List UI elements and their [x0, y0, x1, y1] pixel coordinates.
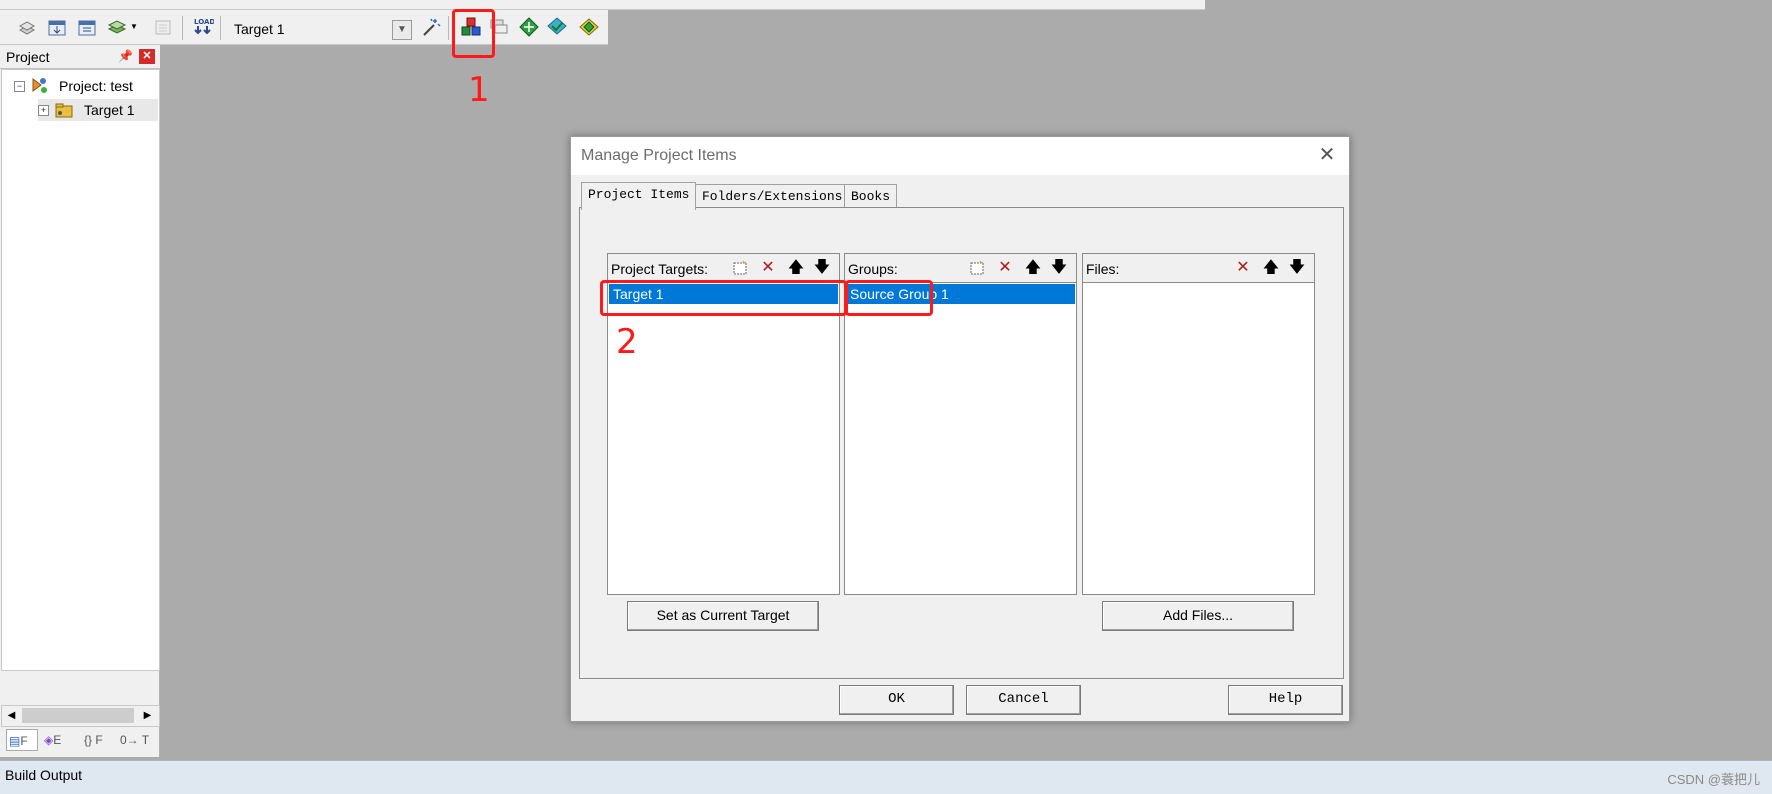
move-up-icon[interactable]: 🡅: [1021, 257, 1045, 279]
toolbar-separator: [448, 16, 449, 40]
ok-button[interactable]: OK: [839, 685, 954, 715]
tab-project[interactable]: ▤F: [6, 729, 38, 751]
target-folder-icon: [54, 101, 74, 119]
cancel-button[interactable]: Cancel: [966, 685, 1081, 715]
files-label: Files:: [1086, 261, 1120, 277]
project-panel-title: Project: [6, 49, 50, 65]
manage-project-items-dialog: Manage Project Items ✕ Project Items Fol…: [570, 136, 1350, 722]
close-icon[interactable]: ✕: [139, 49, 155, 64]
tab-project-items[interactable]: Project Items: [581, 182, 697, 210]
target-options-wand-icon[interactable]: [420, 16, 442, 38]
tab-functions[interactable]: {} F: [84, 729, 103, 751]
stop-build-icon: [152, 16, 174, 38]
main-toolbar-strip: [0, 0, 1205, 10]
dropdown-arrow-icon[interactable]: ▼: [130, 16, 140, 38]
tree-item-project[interactable]: − Project: test: [12, 75, 152, 97]
watermark: CSDN @蓑把儿: [1667, 772, 1760, 787]
manage-components-icon[interactable]: [546, 16, 568, 38]
groups-label: Groups:: [848, 261, 898, 277]
project-targets-header: Project Targets: ✕ 🡅 🡇: [608, 254, 839, 283]
move-down-icon[interactable]: 🡇: [1047, 257, 1071, 279]
project-icon: [29, 75, 49, 95]
tree-item-label: Project: test: [59, 78, 133, 94]
build-toolbar: ▼ LOAD Target 1 ▼: [0, 10, 608, 45]
tab-books[interactable]: ◈E: [44, 729, 61, 751]
delete-icon[interactable]: ✕: [756, 257, 780, 279]
panel-bottom-tabs: ▤F ◈E {} F 0→ T: [0, 727, 158, 753]
move-down-icon[interactable]: 🡇: [1285, 257, 1309, 279]
close-icon[interactable]: ✕: [1316, 145, 1338, 167]
target-select-value: Target 1: [234, 21, 285, 37]
build-output-panel: Build Output CSDN @蓑把儿: [0, 760, 1772, 794]
dialog-titlebar: Manage Project Items ✕: [571, 137, 1349, 175]
groups-header: Groups: ✕ 🡅 🡇: [845, 254, 1076, 283]
run-time-environment-icon[interactable]: [578, 16, 600, 38]
scroll-thumb[interactable]: [22, 708, 134, 723]
download-icon[interactable]: LOAD: [192, 16, 215, 38]
project-tab-icon: ▤: [9, 734, 21, 748]
batch-build-icon[interactable]: [106, 16, 128, 38]
annotation-box-2a: [600, 280, 847, 316]
horizontal-scrollbar[interactable]: ◀ ▶: [1, 705, 160, 727]
annotation-number-1: 1: [468, 70, 490, 110]
files-header: Files: ✕ 🡅 🡇: [1083, 254, 1314, 283]
project-targets-label: Project Targets:: [611, 261, 709, 277]
files-list: Files: ✕ 🡅 🡇: [1082, 253, 1315, 595]
annotation-number-2: 2: [616, 322, 638, 362]
books-tab-icon: ◈: [44, 733, 54, 747]
annotation-box-2b: [845, 280, 933, 316]
translate-icon[interactable]: [16, 16, 38, 38]
collapse-icon[interactable]: −: [14, 81, 25, 92]
add-files-button[interactable]: Add Files...: [1102, 601, 1294, 631]
set-current-target-button[interactable]: Set as Current Target: [627, 601, 819, 631]
target-select[interactable]: Target 1 ▼: [226, 17, 414, 41]
new-item-icon[interactable]: [965, 257, 989, 279]
project-tree: − Project: test + Target 1: [1, 69, 160, 671]
tab-folders-extensions[interactable]: Folders/Extensions: [695, 184, 850, 209]
new-item-icon[interactable]: [728, 257, 752, 279]
toolbar-separator: [182, 16, 183, 40]
pin-icon[interactable]: 📌: [118, 49, 133, 63]
build-output-title: Build Output: [5, 767, 83, 783]
expand-icon[interactable]: +: [38, 105, 49, 116]
help-button[interactable]: Help: [1228, 685, 1343, 715]
build-icon[interactable]: [46, 16, 68, 38]
delete-icon[interactable]: ✕: [1231, 257, 1255, 279]
dialog-title: Manage Project Items: [581, 147, 737, 164]
pack-installer-icon[interactable]: [518, 16, 540, 38]
tab-templates[interactable]: 0→ T: [120, 729, 149, 751]
annotation-box-1: [452, 9, 495, 58]
tree-item-label: Target 1: [84, 102, 135, 118]
move-up-icon[interactable]: 🡅: [784, 257, 808, 279]
project-panel: Project 📌 ✕ − Project: test + Target 1 ◀…: [0, 45, 160, 757]
tree-item-target[interactable]: + Target 1: [38, 99, 158, 121]
rebuild-icon[interactable]: [76, 16, 98, 38]
move-down-icon[interactable]: 🡇: [810, 257, 834, 279]
scroll-left-icon[interactable]: ◀: [3, 707, 20, 724]
move-up-icon[interactable]: 🡅: [1259, 257, 1283, 279]
tab-books[interactable]: Books: [844, 184, 898, 209]
toolbar-separator: [220, 16, 221, 40]
delete-icon[interactable]: ✕: [993, 257, 1017, 279]
project-panel-header: Project 📌 ✕: [0, 45, 160, 69]
chevron-down-icon[interactable]: ▼: [392, 20, 412, 40]
scroll-right-icon[interactable]: ▶: [139, 707, 156, 724]
svg-text:LOAD: LOAD: [194, 18, 214, 26]
